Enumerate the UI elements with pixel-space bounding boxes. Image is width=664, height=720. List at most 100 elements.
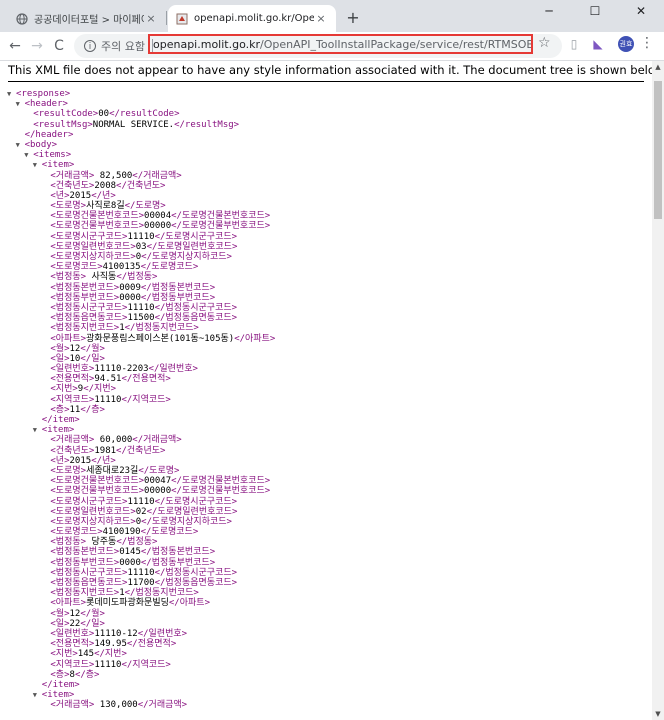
xml-value: 00000: [144, 221, 172, 232]
collapse-toggle-icon[interactable]: ▼: [33, 160, 37, 170]
xml-open-tag: <header>: [24, 99, 68, 110]
xml-close-tag: </거래금액>: [132, 435, 182, 446]
xml-open-tag: <resultCode>: [33, 109, 99, 120]
xml-close-tag: </지번>: [94, 649, 127, 660]
scroll-up-arrow-icon[interactable]: ▲: [652, 61, 664, 73]
close-icon[interactable]: ×: [144, 12, 158, 25]
xml-close-tag: </법정동>: [116, 537, 158, 548]
url-text[interactable]: openapi.molit.go.kr/OpenAPI_ToolInstallP…: [148, 34, 533, 54]
xml-value: 12: [69, 343, 81, 354]
collapse-toggle-icon[interactable]: ▼: [33, 690, 37, 700]
xml-line: <일>22</일>: [50, 619, 275, 629]
xml-line: <도로명>세종대로23길</도로명>: [50, 466, 275, 476]
xml-line[interactable]: ▼ <items>: [24, 150, 275, 160]
scroll-thumb[interactable]: [654, 81, 662, 219]
xml-line: <도로명일련번호코드>02</도로명일련번호코드>: [50, 507, 275, 517]
xml-line: <지번>145</지번>: [50, 649, 275, 659]
xml-line: <도로명건물본번호코드>00047</도로명건물본번호코드>: [50, 476, 275, 486]
xml-line: <법정동부번코드>0000</법정동부번코드>: [50, 558, 275, 568]
xml-open-tag: <도로명시군구코드>: [50, 496, 128, 507]
minimize-button[interactable]: ─: [526, 0, 572, 22]
collapse-toggle-icon[interactable]: ▼: [7, 89, 11, 99]
vertical-scrollbar[interactable]: ▲ ▼: [652, 61, 664, 720]
xml-value: 당주동: [86, 537, 117, 548]
xml-value: 1981: [94, 445, 117, 456]
xml-close-tag: </도로명지상지하코드>: [141, 252, 232, 262]
security-status[interactable]: 주의 요함: [101, 38, 145, 54]
extension-icon[interactable]: ◣: [590, 36, 606, 52]
close-icon[interactable]: ×: [314, 12, 328, 25]
xml-close-tag: </도로명>: [124, 201, 166, 212]
bookmark-star-icon[interactable]: ☆: [538, 35, 551, 51]
collapse-toggle-icon[interactable]: ▼: [24, 150, 28, 160]
profile-avatar[interactable]: 권효: [618, 36, 634, 52]
xml-close-tag: </월>: [80, 343, 105, 354]
scroll-down-arrow-icon[interactable]: ▼: [652, 708, 664, 720]
collapse-toggle-icon[interactable]: ▼: [33, 425, 37, 435]
xml-close-tag: </일련번호>: [148, 364, 198, 375]
xml-line[interactable]: ▼ <item>: [33, 690, 276, 701]
xml-line[interactable]: ▼ <response>: [7, 89, 275, 99]
extension-icon[interactable]: ▯: [566, 36, 582, 52]
xml-line: <월>12</월>: [50, 344, 275, 354]
xml-open-tag: <도로명코드>: [50, 262, 103, 273]
tab-data-portal[interactable]: 공공데이터포털 > 마이페이지 > 개 ×: [8, 5, 166, 32]
xml-line: <거래금액> 60,000</거래금액>: [50, 435, 275, 445]
xml-close-tag: </거래금액>: [137, 700, 188, 711]
tab-openapi[interactable]: openapi.molit.go.kr/OpenAPI_To ×: [168, 5, 336, 32]
window-close-button[interactable]: ✕: [618, 0, 664, 22]
xml-line[interactable]: ▼ <item>: [33, 425, 276, 435]
xml-line: <건축년도>2008</건축년도>: [50, 181, 275, 191]
xml-close-tag: </도로명일련번호코드>: [146, 506, 238, 517]
xml-open-tag: <item>: [41, 160, 75, 171]
xml-value: 22: [69, 618, 81, 629]
tab-title: openapi.molit.go.kr/OpenAPI_To: [194, 13, 314, 24]
xml-line: <법정동> 당주동</법정동>: [50, 537, 275, 547]
xml-close-tag: </도로명지상지하코드>: [141, 516, 232, 527]
xml-open-tag: <도로명일련번호코드>: [50, 241, 136, 252]
xml-value: 11110: [127, 302, 155, 313]
xml-close-tag: </전용면적>: [126, 639, 177, 650]
xml-open-tag: <도로명시군구코드>: [50, 231, 128, 242]
xml-close-tag: </일>: [80, 618, 105, 629]
xml-value: NORMAL SERVICE.: [92, 119, 175, 130]
info-icon[interactable]: i: [84, 40, 96, 52]
xml-close-tag: </item>: [41, 679, 80, 690]
xml-open-tag: <도로명코드>: [50, 527, 103, 538]
new-tab-button[interactable]: +: [342, 7, 364, 29]
xml-close-tag: </도로명코드>: [140, 262, 199, 273]
xml-close-tag: </header>: [24, 129, 74, 140]
xml-close-tag: </도로명>: [138, 465, 180, 476]
back-button[interactable]: ←: [4, 35, 26, 57]
xml-open-tag: <년>: [50, 455, 70, 466]
menu-icon[interactable]: ⋮: [640, 35, 654, 51]
xml-close-tag: </일련번호>: [137, 628, 188, 639]
xml-open-tag: <지번>: [50, 384, 78, 395]
xml-value: 11110: [94, 659, 122, 670]
xml-value: 세종대로23길: [86, 465, 139, 476]
url-host: openapi.molit.go.kr: [153, 37, 261, 51]
xml-viewer: This XML file does not appear to have an…: [0, 61, 652, 720]
tab-divider: [166, 11, 167, 25]
collapse-toggle-icon[interactable]: ▼: [16, 99, 20, 109]
xml-line[interactable]: ▼ <item>: [33, 160, 276, 171]
collapse-toggle-icon[interactable]: ▼: [16, 140, 20, 150]
xml-line: <년>2015</년>: [50, 191, 275, 201]
reload-button[interactable]: C: [48, 35, 70, 57]
xml-value: 0145: [119, 547, 141, 558]
xml-value: 11110: [94, 394, 122, 405]
xml-close-tag: </년>: [91, 455, 116, 466]
xml-line: <법정동시군구코드>11110</법정동시군구코드>: [50, 303, 275, 313]
xml-line: <법정동> 사직동</법정동>: [50, 272, 275, 282]
forward-button[interactable]: →: [26, 35, 48, 57]
xml-line[interactable]: ▼ <body>: [16, 140, 276, 150]
xml-line[interactable]: ▼ <header>: [16, 99, 276, 110]
xml-line: <도로명건물부번호코드>00000</도로명건물부번호코드>: [50, 221, 275, 231]
xml-open-tag: <item>: [41, 690, 75, 701]
xml-value: 145: [77, 649, 95, 660]
xml-line: <층>8</층>: [50, 670, 275, 680]
maximize-button[interactable]: ☐: [572, 0, 618, 22]
xml-line: <아파트>롯데미도파광화문빌딩</아파트>: [50, 598, 275, 608]
xml-close-tag: </법정동시군구코드>: [154, 302, 238, 313]
xml-line: <법정동부번코드>0000</법정동부번코드>: [50, 293, 275, 303]
